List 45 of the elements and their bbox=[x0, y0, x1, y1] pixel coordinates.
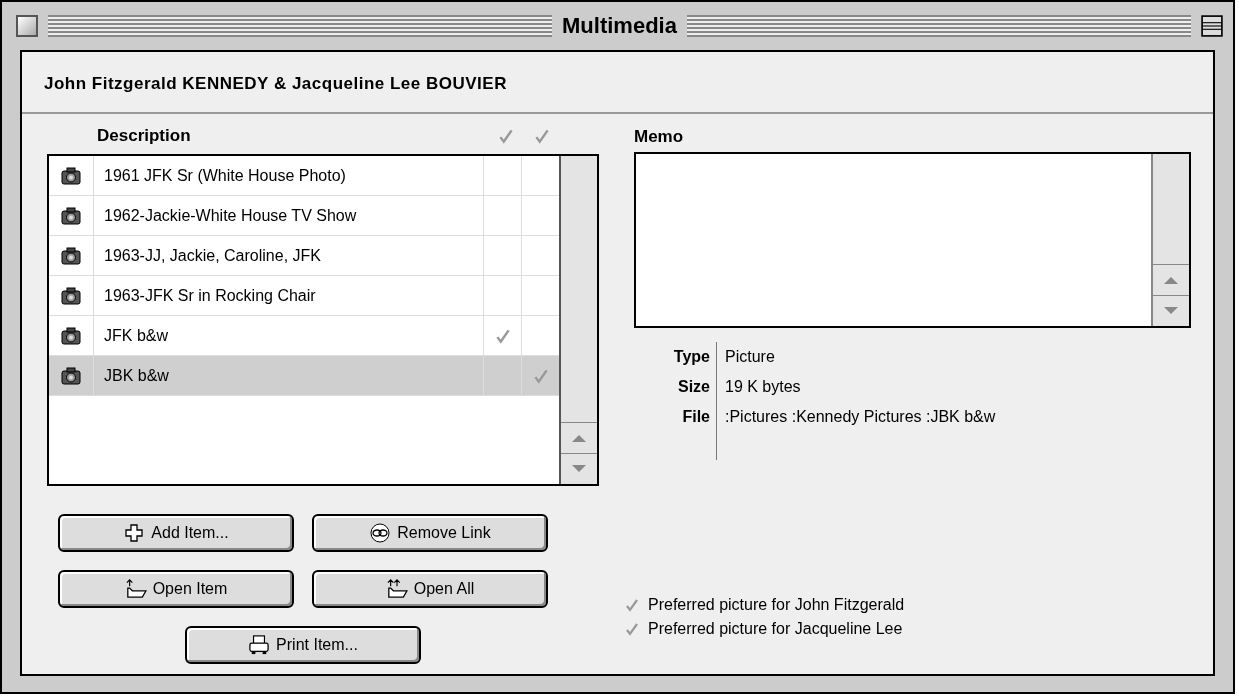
info-label: File bbox=[682, 408, 710, 425]
printer-icon bbox=[248, 635, 271, 655]
camera-icon bbox=[61, 246, 81, 265]
collapse-box-icon[interactable] bbox=[1201, 15, 1223, 37]
list-item-description: 1962-Jackie-White House TV Show bbox=[104, 206, 357, 225]
legend-text: Preferred picture for Jacqueline Lee bbox=[648, 620, 903, 638]
list-row[interactable]: 1963-JFK Sr in Rocking Chair bbox=[49, 276, 559, 316]
info-label: Type bbox=[673, 348, 710, 365]
list-row[interactable]: 1962-Jackie-White House TV Show bbox=[49, 196, 559, 236]
list-item-description: JFK b&w bbox=[104, 326, 168, 345]
check-icon bbox=[497, 127, 515, 145]
close-box[interactable] bbox=[16, 15, 38, 37]
info-label: Size bbox=[678, 378, 710, 395]
camera-icon bbox=[61, 206, 81, 225]
action-button[interactable]: Add Item... bbox=[58, 514, 294, 552]
action-button[interactable]: Print Item... bbox=[185, 626, 421, 664]
scrollbar[interactable] bbox=[559, 156, 597, 484]
camera-icon bbox=[61, 366, 81, 385]
action-button[interactable]: Open All bbox=[312, 570, 548, 608]
camera-icon bbox=[61, 166, 81, 185]
camera-icon bbox=[61, 286, 81, 305]
action-button[interactable]: Open Item bbox=[58, 570, 294, 608]
info-value: 19 K bytes bbox=[725, 378, 801, 395]
list-item-description: JBK b&w bbox=[104, 366, 169, 385]
memo-label: Memo bbox=[634, 126, 685, 148]
action-button[interactable]: Remove Link bbox=[312, 514, 548, 552]
open-folder-icon bbox=[385, 579, 408, 599]
list-item-description: 1961 JFK Sr (White House Photo) bbox=[104, 166, 346, 185]
check-icon bbox=[624, 621, 640, 637]
check-icon bbox=[533, 127, 551, 145]
list-row[interactable]: JBK b&w bbox=[49, 356, 559, 396]
check-icon bbox=[624, 597, 640, 613]
heading: John Fitzgerald KENNEDY & Jacqueline Lee BOUVIER bbox=[22, 52, 1213, 114]
window-title: Multimedia bbox=[562, 13, 677, 39]
info-value: :Pictures :Kennedy Pictures :JBK b&w bbox=[725, 408, 996, 425]
legend-text: Preferred picture for John Fitzgerald bbox=[648, 596, 905, 614]
open-folder-icon bbox=[124, 579, 147, 599]
list-item-description: 1963-JFK Sr in Rocking Chair bbox=[104, 286, 316, 305]
plus-icon bbox=[123, 523, 146, 543]
list-row[interactable]: 1961 JFK Sr (White House Photo) bbox=[49, 156, 559, 196]
list-row[interactable]: 1963-JJ, Jackie, Caroline, JFK bbox=[49, 236, 559, 276]
list-item-description: 1963-JJ, Jackie, Caroline, JFK bbox=[104, 246, 321, 265]
camera-icon bbox=[61, 326, 81, 345]
column-header: Description bbox=[97, 126, 192, 146]
info-value: Picture bbox=[725, 348, 775, 365]
